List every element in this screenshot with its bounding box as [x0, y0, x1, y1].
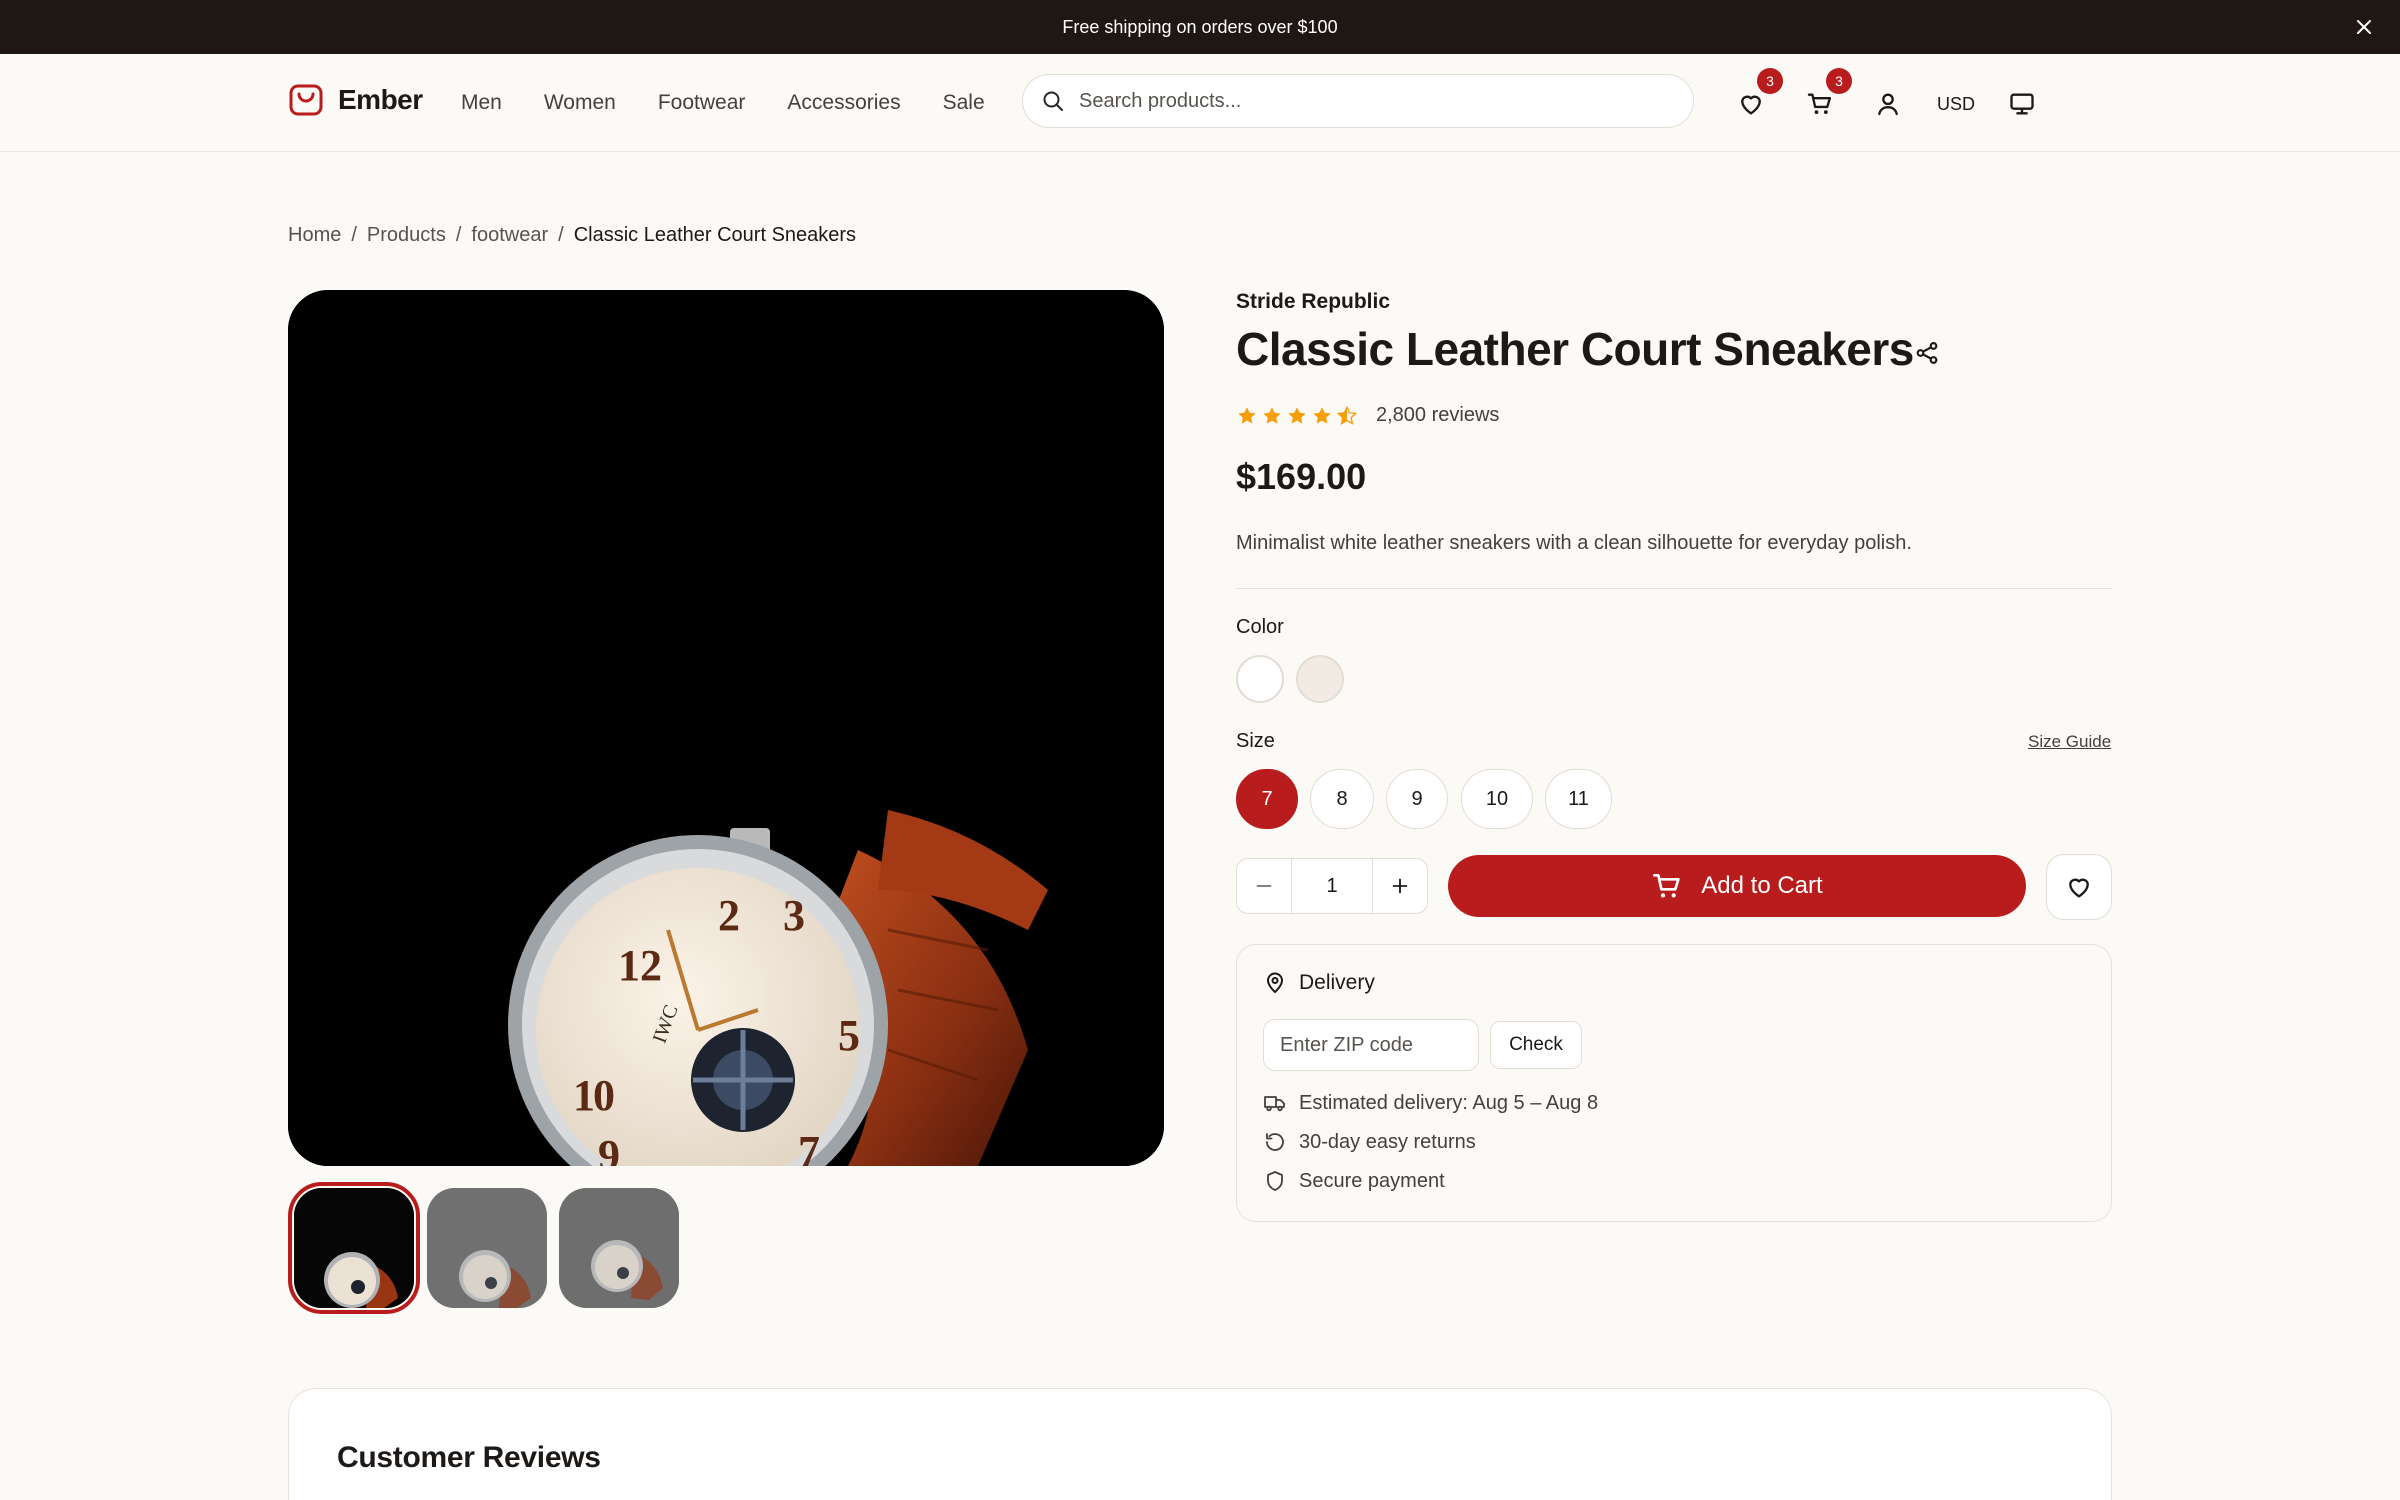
breadcrumb-separator: /	[455, 224, 462, 246]
star-icon	[1313, 406, 1331, 424]
search-bar[interactable]	[1022, 74, 1694, 128]
breadcrumb: Home / Products / footwear / Classic Lea…	[288, 224, 856, 247]
quantity-stepper	[1236, 858, 1428, 914]
breadcrumb-products[interactable]: Products	[367, 224, 446, 247]
svg-text:0: 0	[593, 1071, 615, 1120]
customer-reviews-title: Customer Reviews	[337, 1441, 601, 1474]
nav-women[interactable]: Women	[544, 91, 616, 115]
add-to-cart-label: Add to Cart	[1701, 872, 1823, 899]
product-rating[interactable]: 2,800 reviews	[1236, 404, 1499, 427]
nav-men[interactable]: Men	[461, 91, 502, 115]
secure-payment-text: Secure payment	[1299, 1169, 1445, 1192]
shopping-bag-icon	[288, 82, 324, 118]
site-header: Ember Men Women Footwear Accessories Sal…	[0, 54, 2400, 152]
logo[interactable]: Ember	[288, 82, 423, 118]
star-icon	[1238, 406, 1256, 424]
review-count[interactable]: 2,800 reviews	[1376, 404, 1499, 427]
shield-icon	[1267, 1171, 1283, 1191]
main-product-image[interactable]: 12 2 3 10 9 5 7 IWC	[288, 290, 1164, 1166]
product-description: Minimalist white leather sneakers with a…	[1236, 532, 1912, 554]
map-pin-icon	[1266, 972, 1284, 994]
nav-footwear[interactable]: Footwear	[658, 91, 746, 115]
size-option-7[interactable]: 7	[1236, 769, 1298, 829]
svg-text:9: 9	[598, 1131, 620, 1166]
search-icon	[1041, 89, 1079, 113]
display-toggle-button[interactable]	[2008, 90, 2036, 118]
color-label: Color	[1236, 616, 1284, 638]
breadcrumb-current: Classic Leather Court Sneakers	[573, 224, 857, 246]
divider	[1236, 588, 2112, 589]
main-nav: Men Women Footwear Accessories Sale	[461, 54, 1027, 152]
plus-icon	[1392, 878, 1408, 894]
announcement-bar: Free shipping on orders over $100	[0, 0, 2400, 54]
truck-icon	[1264, 1096, 1285, 1112]
secure-payment-info: Secure payment	[1263, 1169, 1445, 1193]
product-brand[interactable]: Stride Republic	[1236, 290, 1390, 314]
size-option-11[interactable]: 11	[1545, 769, 1612, 829]
star-icon	[1263, 406, 1281, 424]
add-to-wishlist-button[interactable]	[2046, 854, 2112, 920]
half-star-icon	[1336, 405, 1358, 425]
wishlist-button[interactable]: 3	[1737, 68, 1783, 118]
size-option-9[interactable]: 9	[1386, 769, 1448, 829]
delivery-estimate-text: Estimated delivery: Aug 5 – Aug 8	[1299, 1091, 1599, 1114]
close-icon[interactable]	[2352, 15, 2376, 39]
add-to-cart-button[interactable]: Add to Cart	[1448, 855, 2026, 917]
cart-icon	[1651, 870, 1683, 902]
color-swatch-white[interactable]	[1236, 655, 1284, 703]
breadcrumb-separator: /	[558, 224, 564, 246]
decrease-quantity-button[interactable]	[1237, 859, 1291, 913]
returns-text: 30-day easy returns	[1299, 1130, 1476, 1153]
thumbnail-1[interactable]	[288, 1182, 420, 1314]
breadcrumb-category[interactable]: footwear	[471, 224, 548, 247]
thumbnail-2[interactable]	[427, 1188, 547, 1308]
svg-text:2: 2	[640, 941, 662, 990]
svg-text:1: 1	[618, 941, 640, 990]
cart-count-badge: 3	[1826, 68, 1852, 94]
search-input[interactable]	[1079, 89, 1639, 113]
quantity-input[interactable]	[1291, 859, 1373, 913]
account-button[interactable]	[1874, 90, 1902, 118]
delivery-heading: Delivery	[1263, 971, 1375, 995]
star-icon	[1288, 406, 1306, 424]
svg-text:7: 7	[798, 1127, 820, 1166]
thumbnail-3[interactable]	[559, 1188, 679, 1308]
size-option-8[interactable]: 8	[1310, 769, 1374, 829]
nav-accessories[interactable]: Accessories	[787, 91, 900, 115]
nav-sale[interactable]: Sale	[943, 91, 985, 115]
check-zip-button[interactable]: Check	[1490, 1021, 1582, 1069]
returns-info: 30-day easy returns	[1263, 1130, 1476, 1154]
minus-icon	[1256, 885, 1272, 887]
breadcrumb-separator: /	[351, 224, 357, 246]
product-title: Classic Leather Court Sneakers	[1236, 323, 1914, 375]
star-rating	[1236, 405, 1358, 427]
svg-text:2: 2	[718, 891, 740, 940]
zip-code-input[interactable]	[1263, 1019, 1479, 1071]
breadcrumb-home[interactable]: Home	[288, 224, 341, 247]
heart-icon	[2069, 878, 2089, 898]
currency-selector[interactable]: USD	[1937, 90, 1975, 118]
customer-reviews-section: Customer Reviews	[288, 1388, 2112, 1500]
svg-text:3: 3	[783, 891, 805, 940]
size-label: Size	[1236, 730, 1275, 752]
logo-text: Ember	[338, 84, 423, 115]
delivery-title: Delivery	[1299, 971, 1375, 994]
cart-button[interactable]: 3	[1806, 68, 1852, 118]
size-option-10[interactable]: 10	[1461, 769, 1533, 829]
return-icon	[1266, 1133, 1284, 1151]
delivery-panel: Delivery Check Estimated delivery: Aug 5…	[1236, 944, 2112, 1222]
svg-text:5: 5	[838, 1011, 860, 1060]
increase-quantity-button[interactable]	[1373, 859, 1427, 913]
product-price: $169.00	[1236, 456, 1367, 497]
share-icon[interactable]	[1914, 340, 1940, 366]
announcement-text: Free shipping on orders over $100	[1062, 16, 1338, 37]
color-swatch-cream[interactable]	[1296, 655, 1344, 703]
size-guide-link[interactable]: Size Guide	[2028, 732, 2111, 752]
svg-text:1: 1	[573, 1071, 595, 1120]
delivery-estimate: Estimated delivery: Aug 5 – Aug 8	[1263, 1091, 1598, 1115]
wishlist-count-badge: 3	[1757, 68, 1783, 94]
